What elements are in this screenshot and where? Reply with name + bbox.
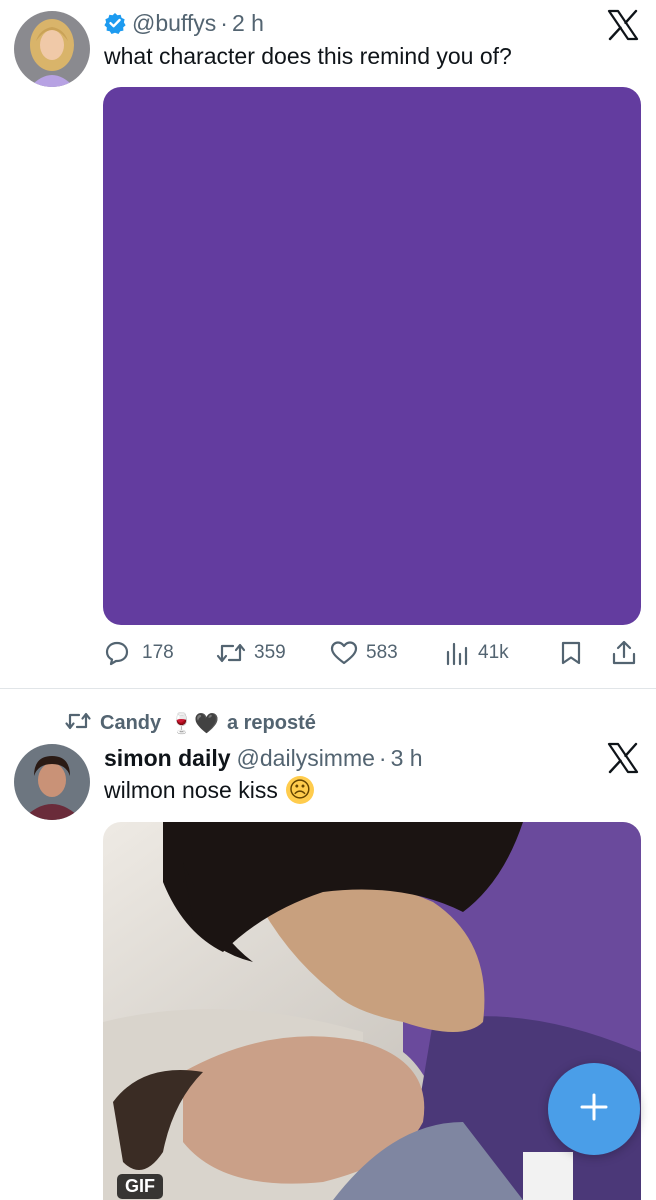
reply-icon [104, 640, 130, 666]
repost-icon [216, 640, 246, 666]
repost-suffix: a reposté [226, 712, 316, 734]
like-count: 583 [366, 642, 398, 663]
share-icon[interactable] [611, 639, 637, 672]
post-text: what character does this remind you of? [104, 43, 512, 69]
avatar-image [14, 744, 90, 820]
bookmark-icon[interactable] [559, 640, 583, 671]
heart-icon [330, 640, 358, 666]
post-time[interactable]: 2 h [232, 9, 264, 37]
like-button[interactable]: 583 [330, 640, 398, 666]
avatar-buffys[interactable] [14, 11, 90, 87]
x-logo-icon[interactable] [606, 8, 640, 42]
post-media-gif[interactable]: GIF [103, 822, 641, 1200]
post-handle[interactable]: @dailysimme [237, 744, 375, 772]
repost-banner[interactable]: Candy 🍷🖤 a reposté [64, 709, 316, 738]
avatar-image [14, 11, 90, 87]
post-media[interactable] [103, 87, 641, 625]
views-button[interactable]: 41k [444, 640, 509, 666]
gif-badge: GIF [117, 1174, 163, 1199]
repost-user[interactable]: Candy [100, 712, 161, 735]
post-handle[interactable]: @buffys [132, 9, 216, 37]
x-logo-icon[interactable] [606, 741, 640, 775]
repost-button[interactable]: 359 [216, 640, 286, 666]
avatar-dailysimme[interactable] [14, 744, 90, 820]
reply-button[interactable]: 178 [104, 640, 174, 666]
views-icon [444, 640, 470, 666]
repost-user-emoji: 🍷🖤 [169, 713, 219, 735]
views-count: 41k [478, 642, 509, 663]
repost-icon [64, 709, 92, 738]
separator-dot: · [378, 745, 387, 771]
gif-frame [103, 822, 641, 1200]
repost-count: 359 [254, 642, 286, 663]
post-time[interactable]: 3 h [391, 744, 423, 772]
verified-badge-icon [104, 12, 126, 34]
feed-divider [0, 688, 656, 689]
frowning-face-emoji: ☹ [285, 776, 314, 804]
reply-count: 178 [142, 642, 174, 663]
post-text: wilmon nose kiss [104, 777, 278, 803]
author-name[interactable]: simon daily [104, 744, 231, 772]
separator-dot: · [220, 10, 228, 36]
compose-button[interactable] [548, 1063, 640, 1155]
plus-icon [579, 1092, 609, 1127]
